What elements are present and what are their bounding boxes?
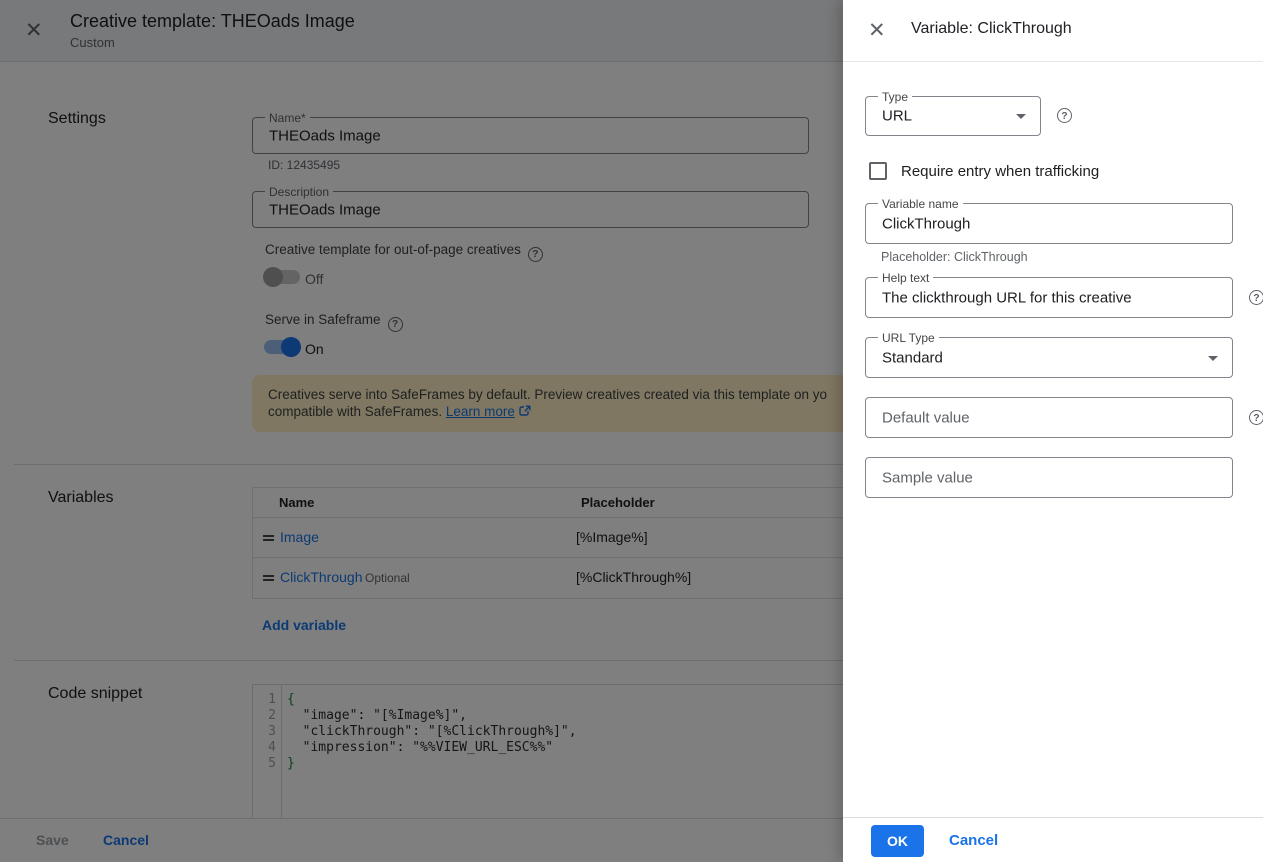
close-icon[interactable]: ✕ [868, 20, 886, 41]
default-value-placeholder: Default value [882, 409, 970, 426]
cancel-button[interactable]: Cancel [949, 832, 998, 849]
url-type-label: URL Type [878, 331, 939, 345]
help-text-label: Help text [878, 271, 933, 285]
variable-side-panel: ✕ Variable: ClickThrough Type URL ? Requ… [843, 0, 1263, 862]
help-text-value: The clickthrough URL for this creative [882, 289, 1132, 306]
chevron-down-icon [1016, 114, 1026, 119]
variable-name-input[interactable]: Variable name ClickThrough [865, 203, 1233, 244]
help-icon[interactable]: ? [1057, 108, 1072, 123]
panel-header: ✕ Variable: ClickThrough [843, 0, 1263, 62]
help-text-input[interactable]: Help text The clickthrough URL for this … [865, 277, 1233, 318]
url-type-select[interactable]: URL Type Standard [865, 337, 1233, 378]
panel-title: Variable: ClickThrough [911, 20, 1072, 38]
variable-name-value: ClickThrough [882, 215, 970, 232]
variable-name-label: Variable name [878, 197, 963, 211]
sample-value-input[interactable]: Sample value [865, 457, 1233, 498]
type-select-label: Type [878, 90, 912, 104]
panel-footer-bar: OK Cancel [843, 817, 1263, 862]
chevron-down-icon [1208, 356, 1218, 361]
screen: ✕ Creative template: THEOads Image Custo… [0, 0, 1263, 862]
type-select-value: URL [882, 108, 912, 125]
placeholder-helper-text: Placeholder: ClickThrough [881, 250, 1028, 264]
url-type-value: Standard [882, 349, 943, 366]
sample-value-placeholder: Sample value [882, 469, 973, 486]
ok-button[interactable]: OK [871, 825, 924, 857]
default-value-input[interactable]: Default value [865, 397, 1233, 438]
help-icon[interactable]: ? [1249, 290, 1263, 305]
help-icon[interactable]: ? [1249, 410, 1263, 425]
require-entry-checkbox[interactable] [869, 162, 887, 180]
type-select[interactable]: Type URL [865, 96, 1041, 136]
modal-scrim [0, 0, 843, 862]
require-entry-label: Require entry when trafficking [901, 163, 1099, 180]
